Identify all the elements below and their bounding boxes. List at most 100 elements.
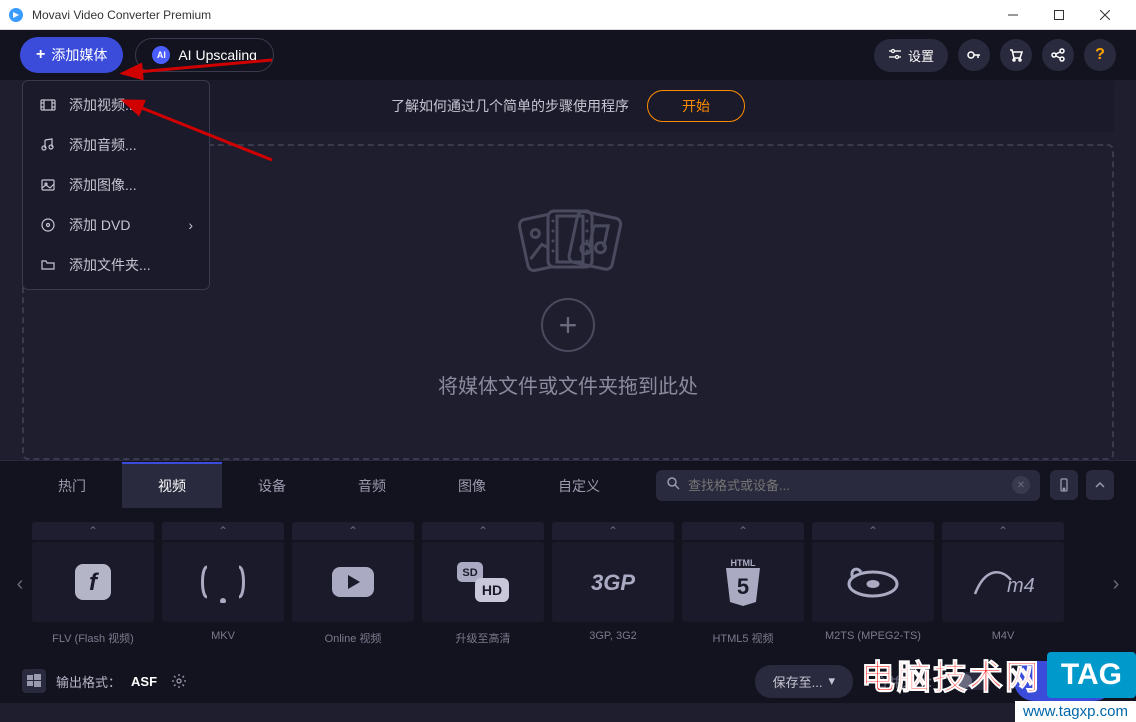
- merge-files-label: 合并文件：: [875, 672, 940, 691]
- carousel-next-button[interactable]: ›: [1104, 544, 1128, 624]
- tab-hot[interactable]: 热门: [22, 462, 122, 508]
- add-media-button[interactable]: + 添加媒体: [20, 37, 123, 73]
- tab-audio[interactable]: 音频: [322, 462, 422, 508]
- format-label-online: Online 视频: [325, 630, 382, 646]
- settings-button[interactable]: 设置: [874, 39, 948, 72]
- add-image-label: 添加图像...: [69, 175, 137, 195]
- settings-label: 设置: [908, 46, 934, 65]
- output-format-value: ASF: [131, 674, 157, 689]
- format-label-3gp: 3GP, 3G2: [589, 630, 637, 642]
- dropzone-plus-icon: +: [541, 298, 595, 352]
- add-folder-label: 添加文件夹...: [69, 255, 151, 275]
- format-icon-flv: f: [32, 542, 154, 622]
- window-title: Movavi Video Converter Premium: [32, 8, 990, 22]
- format-label-html5: HTML5 视频: [712, 630, 773, 646]
- maximize-button[interactable]: [1036, 0, 1082, 30]
- main-toolbar: + 添加媒体 AI AI Upscaling 设置 ?: [0, 30, 1136, 80]
- format-expand-m4v[interactable]: ⌃: [942, 522, 1064, 540]
- cart-button[interactable]: [1000, 39, 1032, 71]
- format-label-mkv: MKV: [211, 630, 235, 642]
- format-icon-online: [292, 542, 414, 622]
- merge-toggle[interactable]: [956, 672, 990, 690]
- output-format-label: 输出格式：: [56, 672, 121, 691]
- format-expand-3gp[interactable]: ⌃: [552, 522, 674, 540]
- ai-upscaling-button[interactable]: AI AI Upscaling: [135, 38, 274, 72]
- format-icon-bluray: [812, 542, 934, 622]
- format-card-html5[interactable]: ⌃ HTML 5 HTML5 视频: [682, 522, 804, 646]
- search-clear-button[interactable]: ✕: [1012, 476, 1030, 494]
- add-folder-item[interactable]: 添加文件夹...: [23, 245, 209, 285]
- format-carousel: ‹ ⌃fFLV (Flash 视频)⌃MKV⌃Online 视频⌃SDHD升级至…: [0, 509, 1136, 659]
- add-image-item[interactable]: 添加图像...: [23, 165, 209, 205]
- format-icon-mkv: [162, 542, 284, 622]
- format-card-online[interactable]: ⌃ Online 视频: [292, 522, 414, 646]
- add-dvd-label: 添加 DVD: [69, 215, 130, 235]
- format-card-flv[interactable]: ⌃fFLV (Flash 视频): [32, 522, 154, 646]
- output-settings-button[interactable]: [167, 669, 191, 693]
- svg-text:5: 5: [737, 574, 749, 599]
- tab-video[interactable]: 视频: [122, 462, 222, 508]
- format-icon-m4v: m4v: [942, 542, 1064, 622]
- ai-badge-icon: AI: [152, 46, 170, 64]
- search-icon: [666, 476, 680, 495]
- format-card-mkv[interactable]: ⌃ MKV: [162, 522, 284, 646]
- share-button[interactable]: [1042, 39, 1074, 71]
- add-media-label: 添加媒体: [51, 45, 107, 65]
- format-expand-mkv[interactable]: ⌃: [162, 522, 284, 540]
- add-media-dropdown: 添加视频... 添加音频... 添加图像... 添加 DVD › 添加文件夹..…: [22, 80, 210, 290]
- format-expand-sdhd[interactable]: ⌃: [422, 522, 544, 540]
- plus-icon: +: [36, 46, 45, 64]
- format-expand-html5[interactable]: ⌃: [682, 522, 804, 540]
- save-to-button[interactable]: 保存至...▾: [755, 665, 853, 698]
- folder-icon: [39, 256, 57, 274]
- format-card-sdhd[interactable]: ⌃ SDHD 升级至高清: [422, 522, 544, 646]
- format-icon-sdhd: SDHD: [422, 542, 544, 622]
- chevron-down-icon: ▾: [828, 673, 835, 689]
- help-button[interactable]: ?: [1084, 39, 1116, 71]
- svg-text:m4v: m4v: [1007, 575, 1035, 597]
- format-tabs: 热门 视频 设备 音频 图像 自定义: [22, 462, 636, 508]
- format-icon-html5: HTML 5: [682, 542, 804, 622]
- format-expand-bluray[interactable]: ⌃: [812, 522, 934, 540]
- svg-text:SD: SD: [462, 567, 477, 579]
- watermark-url: www.tagxp.com: [1015, 701, 1136, 722]
- add-dvd-item[interactable]: 添加 DVD ›: [23, 205, 209, 245]
- format-label-sdhd: 升级至高清: [456, 630, 511, 646]
- audio-icon: [39, 136, 57, 154]
- banner-text: 了解如何通过几个简单的步骤使用程序: [391, 96, 629, 116]
- ai-upscaling-label: AI Upscaling: [178, 47, 257, 63]
- add-video-label: 添加视频...: [69, 95, 137, 115]
- format-label-m4v: M4V: [992, 630, 1015, 642]
- search-input[interactable]: [688, 478, 1004, 493]
- convert-button[interactable]: 转换: [1014, 661, 1114, 701]
- format-search[interactable]: ✕: [656, 470, 1040, 501]
- format-section: 热门 视频 设备 音频 图像 自定义 ✕ ‹ ⌃fFLV (Flash 视频)⌃…: [0, 460, 1136, 659]
- tab-custom[interactable]: 自定义: [522, 462, 636, 508]
- windows-icon: [22, 669, 46, 693]
- key-button[interactable]: [958, 39, 990, 71]
- close-button[interactable]: [1082, 0, 1128, 30]
- format-label-bluray: M2TS (MPEG2-TS): [825, 630, 921, 642]
- tab-image[interactable]: 图像: [422, 462, 522, 508]
- image-icon: [39, 176, 57, 194]
- banner-start-button[interactable]: 开始: [647, 90, 745, 122]
- detect-device-button[interactable]: [1050, 470, 1078, 500]
- bottom-bar: 输出格式： ASF 保存至...▾ 合并文件： 转换: [0, 659, 1136, 703]
- format-icon-3gp: 3GP: [552, 542, 674, 622]
- add-video-item[interactable]: 添加视频...: [23, 85, 209, 125]
- format-card-3gp[interactable]: ⌃ 3GP 3GP, 3G2: [552, 522, 674, 646]
- video-icon: [39, 96, 57, 114]
- svg-text:HTML: HTML: [731, 558, 756, 568]
- collapse-button[interactable]: [1086, 470, 1114, 500]
- app-icon: [8, 7, 24, 23]
- format-expand-online[interactable]: ⌃: [292, 522, 414, 540]
- svg-text:3GP: 3GP: [591, 570, 635, 595]
- format-expand-flv[interactable]: ⌃: [32, 522, 154, 540]
- titlebar: Movavi Video Converter Premium: [0, 0, 1136, 30]
- minimize-button[interactable]: [990, 0, 1036, 30]
- format-card-m4v[interactable]: ⌃ m4v M4V: [942, 522, 1064, 646]
- carousel-prev-button[interactable]: ‹: [8, 544, 32, 624]
- format-card-bluray[interactable]: ⌃ M2TS (MPEG2-TS): [812, 522, 934, 646]
- add-audio-item[interactable]: 添加音频...: [23, 125, 209, 165]
- tab-device[interactable]: 设备: [222, 462, 322, 508]
